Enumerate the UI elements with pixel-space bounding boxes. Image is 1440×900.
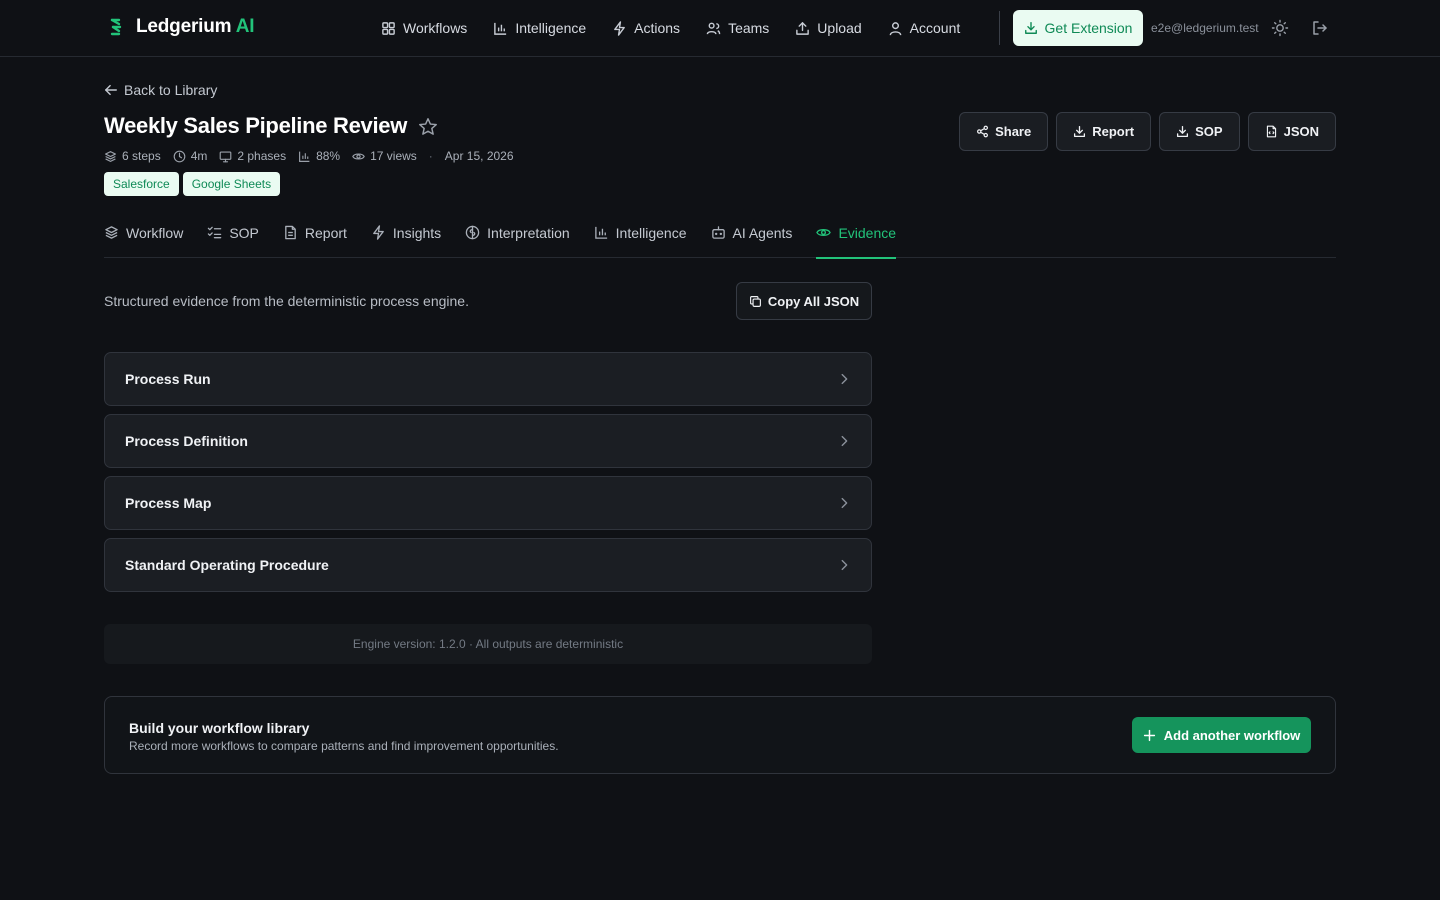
nav-upload[interactable]: Upload <box>795 17 862 39</box>
tab-evidence[interactable]: Evidence <box>816 219 896 259</box>
plus-icon <box>1143 729 1156 742</box>
download-icon <box>1073 125 1086 138</box>
tab-intelligence[interactable]: Intelligence <box>594 219 687 258</box>
brain-icon <box>465 225 480 240</box>
star-icon[interactable] <box>417 116 439 138</box>
panel-process-map[interactable]: Process Map <box>104 476 872 530</box>
back-to-library-link[interactable]: Back to Library <box>104 82 217 98</box>
meta-phases: 2 phases <box>219 149 286 163</box>
meta-steps: 6 steps <box>104 149 161 163</box>
upload-icon <box>795 21 810 36</box>
chevron-right-icon <box>837 496 851 510</box>
chevron-right-icon <box>837 558 851 572</box>
workflow-meta: 6 steps 4m 2 phases 88% 17 views · Apr 1… <box>104 149 514 163</box>
tab-ai-agents[interactable]: AI Agents <box>711 219 792 258</box>
add-workflow-button[interactable]: Add another workflow <box>1132 717 1311 753</box>
sun-icon[interactable] <box>1271 19 1289 37</box>
download-sop-button[interactable]: SOP <box>1159 112 1240 151</box>
layers-icon <box>104 150 117 163</box>
share-button[interactable]: Share <box>959 112 1049 151</box>
ledger-logo-icon <box>106 16 126 38</box>
download-json-button[interactable]: JSON <box>1247 112 1336 151</box>
monitor-icon <box>219 150 232 163</box>
back-label: Back to Library <box>124 82 218 98</box>
brand[interactable]: Ledgerium AI <box>106 16 255 38</box>
download-icon <box>1024 21 1038 35</box>
nav-label: Upload <box>817 20 862 36</box>
nav-label: Teams <box>728 20 770 36</box>
download-report-button[interactable]: Report <box>1056 112 1152 151</box>
bot-icon <box>711 225 726 240</box>
logout-icon[interactable] <box>1311 19 1329 37</box>
chevron-right-icon <box>837 372 851 386</box>
top-navbar: Ledgerium AI Workflows Intelligence Acti… <box>0 0 1440 57</box>
panel-process-definition[interactable]: Process Definition <box>104 414 872 468</box>
user-email: e2e@ledgerium.test <box>1151 21 1259 35</box>
bar-chart-icon <box>493 21 508 36</box>
users-icon <box>706 21 721 36</box>
bar-chart-icon <box>594 225 609 240</box>
lightning-icon <box>612 20 627 36</box>
workflow-tabs: Workflow SOP Report Insights Interpretat… <box>104 219 1336 259</box>
nav-label: Actions <box>634 20 681 36</box>
panel-process-run[interactable]: Process Run <box>104 352 872 406</box>
tab-interpretation[interactable]: Interpretation <box>465 219 570 258</box>
get-extension-label: Get Extension <box>1044 20 1133 36</box>
tag-list: Salesforce Google Sheets <box>104 172 281 196</box>
nav-account[interactable]: Account <box>888 17 961 39</box>
checklist-icon <box>207 225 222 240</box>
meta-duration: 4m <box>173 149 207 163</box>
library-title: Build your workflow library <box>129 720 310 736</box>
layers-icon <box>104 225 119 240</box>
workflow-actions: Share Report SOP JSON <box>959 112 1336 151</box>
tab-insights[interactable]: Insights <box>371 219 441 258</box>
lightning-icon <box>371 225 386 240</box>
meta-date: Apr 15, 2026 <box>444 149 514 163</box>
bar-chart-icon <box>298 150 311 163</box>
copy-icon <box>749 295 762 308</box>
clock-icon <box>173 150 186 163</box>
share-icon <box>976 125 989 138</box>
tab-sop[interactable]: SOP <box>207 219 259 258</box>
tag-salesforce[interactable]: Salesforce <box>104 172 179 196</box>
meta-views: 17 views <box>352 149 417 163</box>
nav-teams[interactable]: Teams <box>706 17 769 39</box>
meta-score: 88% <box>298 149 340 163</box>
nav-label: Workflows <box>403 20 468 36</box>
copy-all-json-button[interactable]: Copy All JSON <box>736 282 872 320</box>
eye-icon <box>352 150 365 163</box>
library-cta-card: Build your workflow library Record more … <box>104 696 1336 774</box>
engine-version-note: Engine version: 1.2.0 · All outputs are … <box>104 624 872 664</box>
meta-separator: · <box>428 149 433 163</box>
tag-google-sheets[interactable]: Google Sheets <box>182 172 281 196</box>
chevron-right-icon <box>837 434 851 448</box>
main-nav: Workflows Intelligence Actions Teams Upl… <box>381 17 960 39</box>
evidence-panels: Process Run Process Definition Process M… <box>104 352 872 592</box>
eye-icon <box>816 225 832 240</box>
nav-label: Account <box>909 20 961 36</box>
user-icon <box>888 21 903 36</box>
library-subtitle: Record more workflows to compare pattern… <box>129 739 559 753</box>
get-extension-button[interactable]: Get Extension <box>1013 10 1143 46</box>
arrow-left-icon <box>104 83 118 97</box>
grid-icon <box>381 21 396 36</box>
file-code-icon <box>1265 125 1278 138</box>
nav-label: Intelligence <box>515 20 587 36</box>
panel-standard-operating-procedure[interactable]: Standard Operating Procedure <box>104 538 872 592</box>
tab-workflow[interactable]: Workflow <box>104 219 183 258</box>
nav-workflows[interactable]: Workflows <box>381 17 467 39</box>
nav-intelligence[interactable]: Intelligence <box>493 17 586 39</box>
evidence-description: Structured evidence from the determinist… <box>104 293 469 309</box>
tab-report[interactable]: Report <box>283 219 347 258</box>
nav-actions[interactable]: Actions <box>612 17 680 39</box>
document-icon <box>283 225 298 240</box>
page-title: Weekly Sales Pipeline Review <box>104 113 408 138</box>
download-icon <box>1176 125 1189 138</box>
header-divider <box>999 11 1000 45</box>
brand-name: Ledgerium AI <box>136 16 255 37</box>
